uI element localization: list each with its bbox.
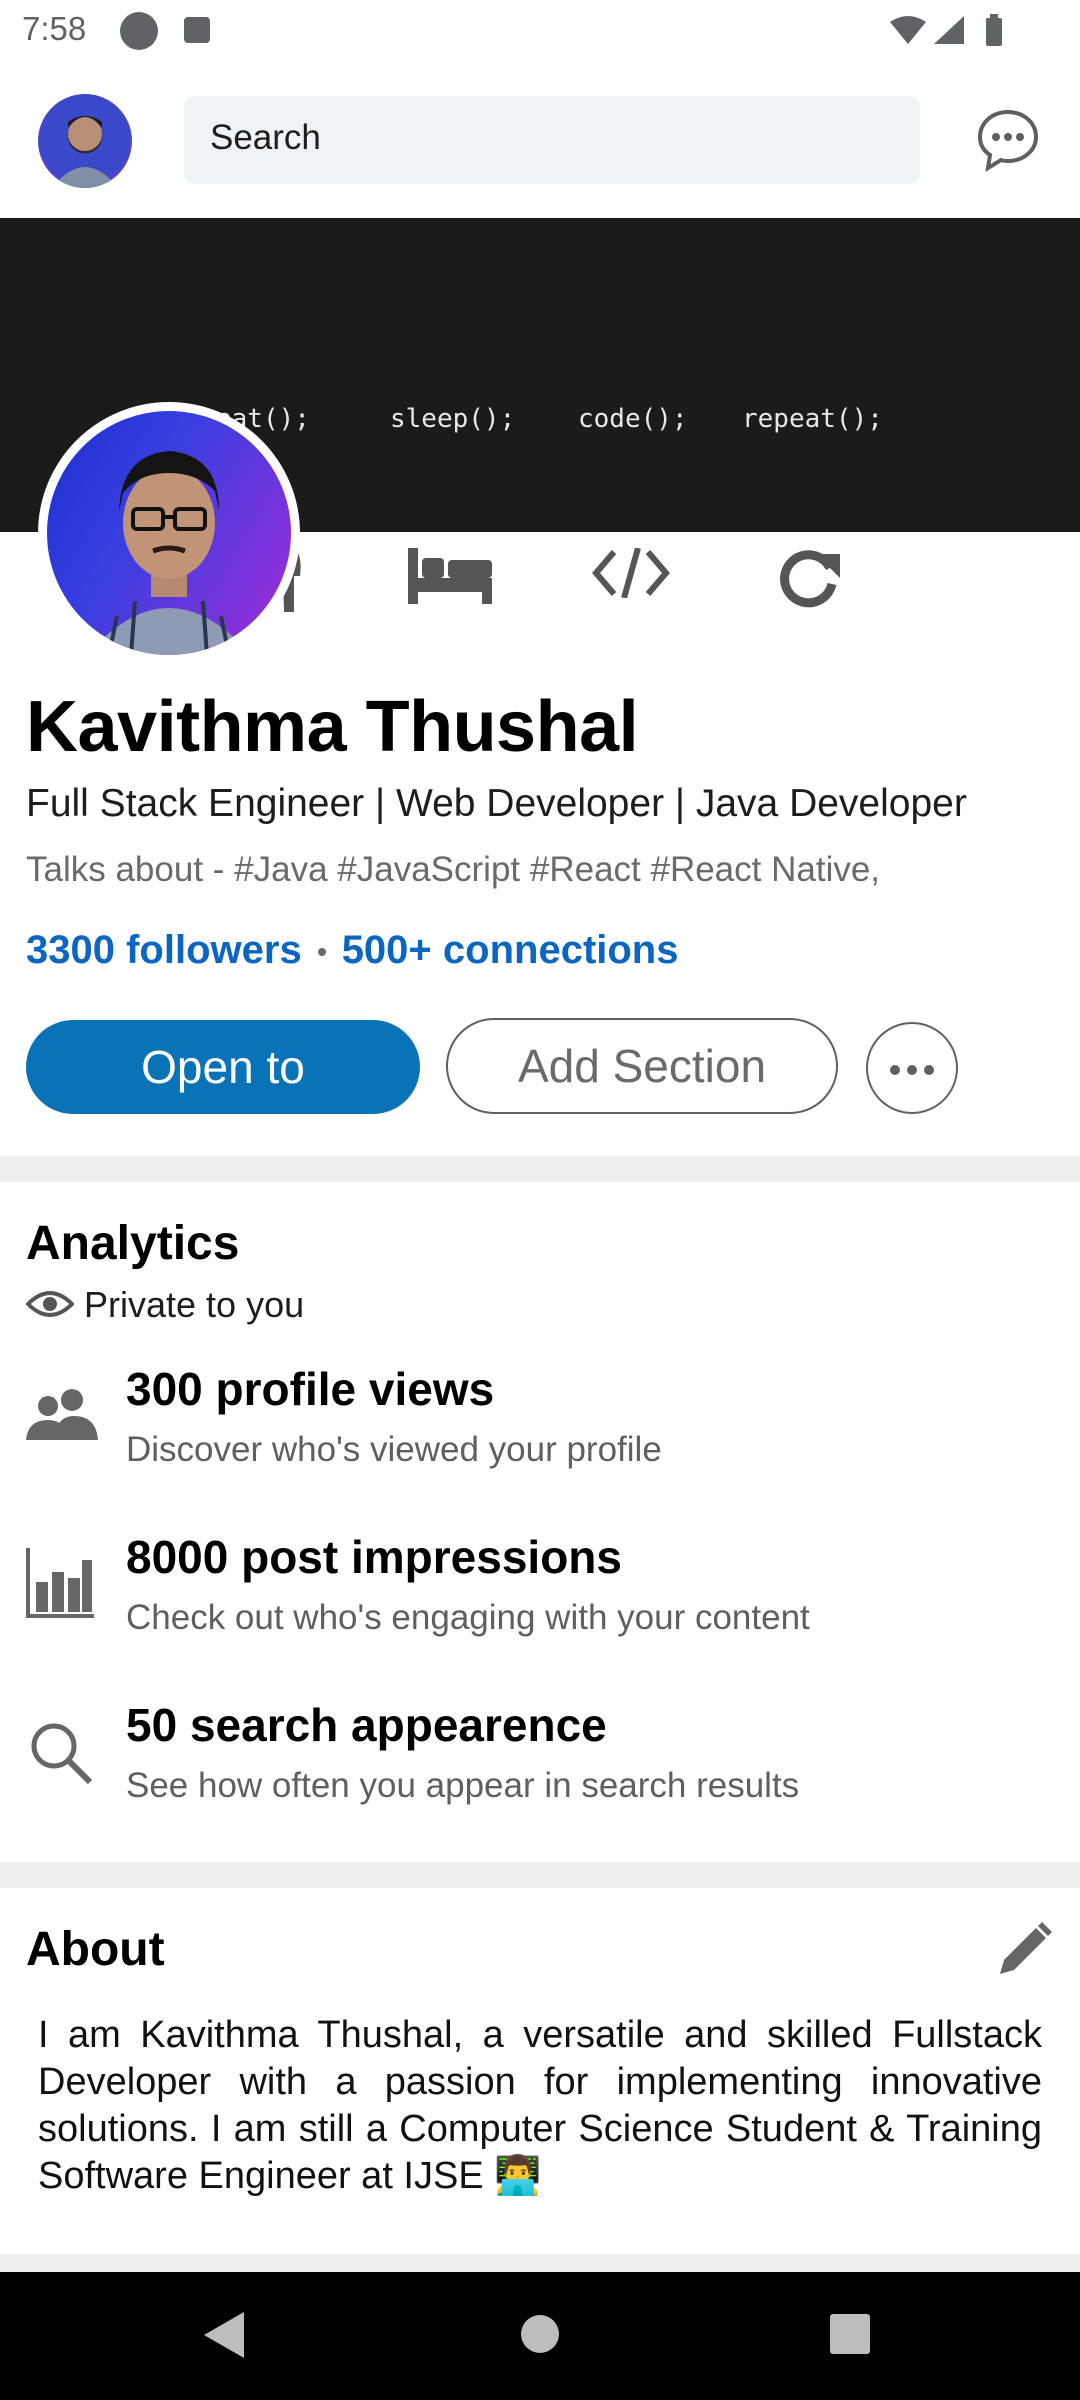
bar-chart-icon (26, 1548, 94, 1618)
profile-headline: Full Stack Engineer | Web Developer | Ja… (26, 782, 967, 825)
repeat-icon (780, 550, 840, 608)
search-icon (31, 1723, 92, 1784)
keyboard-notification-icon (184, 17, 210, 43)
system-navigation-bar (0, 2272, 1080, 2400)
analytics-item-title: 300 profile views (126, 1363, 495, 1415)
section-divider (0, 1862, 1080, 1888)
cover-word-repeat: repeat(); (742, 404, 883, 434)
about-text: I am Kavithma Thushal, a versatile and s… (38, 2014, 1042, 2197)
section-divider (0, 2254, 1080, 2272)
signal-icons (890, 14, 1002, 46)
more-dot (890, 1065, 900, 1075)
analytics-item-title: 50 search appearence (126, 1699, 607, 1751)
status-bar: 7:58 (0, 0, 1080, 62)
analytics-item-subtitle: Discover who's viewed your profile (126, 1430, 662, 1469)
add-section-button[interactable]: Add Section (446, 1018, 838, 1114)
wifi-icon (890, 16, 926, 44)
app-notification-icon (120, 12, 158, 50)
profile-portrait (87, 451, 251, 655)
analytics-title: Analytics (26, 1217, 240, 1270)
open-to-button[interactable]: Open to (26, 1020, 420, 1114)
followers-link[interactable]: 3300 followers (26, 928, 302, 972)
analytics-privacy: Private to you (84, 1284, 305, 1325)
analytics-item-title: 8000 post impressions (126, 1531, 622, 1583)
bed-icon (408, 548, 492, 604)
more-dot (907, 1065, 917, 1075)
recents-icon[interactable] (830, 2314, 870, 2354)
back-icon[interactable] (204, 2312, 244, 2358)
edit-pencil-icon[interactable] (996, 1922, 1052, 1978)
battery-icon (986, 18, 1002, 46)
home-icon[interactable] (520, 2314, 560, 2354)
messaging-icon[interactable] (976, 108, 1040, 172)
code-brackets-icon (592, 548, 670, 598)
about-title: About (26, 1923, 165, 1976)
avatar-portrait (52, 116, 118, 188)
section-divider (0, 1156, 1080, 1182)
separator-dot (317, 948, 326, 957)
cover-word-code: code(); (578, 404, 688, 434)
profile-photo[interactable] (47, 411, 291, 655)
profile-avatar-button[interactable] (38, 94, 132, 188)
connections-link[interactable]: 500+ connections (342, 928, 679, 972)
profile-name: Kavithma Thushal (26, 687, 639, 767)
cell-signal-icon (934, 16, 964, 44)
search-placeholder: Search (210, 118, 321, 157)
status-time: 7:58 (22, 10, 87, 47)
more-options-button[interactable] (866, 1022, 958, 1114)
profile-talks-about: Talks about - #Java #JavaScript #React #… (26, 850, 881, 889)
eye-icon (26, 1291, 74, 1317)
analytics-item-subtitle: See how often you appear in search resul… (126, 1766, 800, 1805)
analytics-item-subtitle: Check out who's engaging with your conte… (126, 1598, 810, 1637)
network-stats: 3300 followers 500+ connections (26, 928, 678, 973)
more-dot (924, 1065, 934, 1075)
people-icon (26, 1389, 98, 1440)
cover-word-sleep: sleep(); (390, 404, 516, 434)
